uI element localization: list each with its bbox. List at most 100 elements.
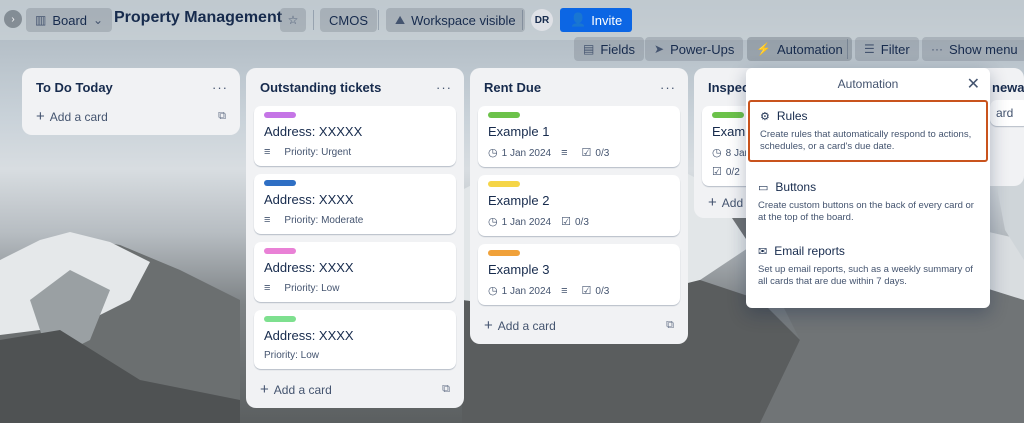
description-icon: ≡ [561,284,568,297]
powerups-label: Power-Ups [670,41,735,57]
card-title: ard [996,106,1014,120]
filter-button[interactable]: ☰ Filter [855,37,919,61]
star-button[interactable]: ☆ [280,8,306,32]
clock-icon: ◷ [488,285,498,297]
checklist-count: 0/3 [595,286,610,297]
list-title[interactable]: newal/ [992,80,1024,95]
list-title[interactable]: To Do Today [36,80,113,95]
rocket-icon: ➤ [654,42,665,56]
list-title[interactable]: Rent Due [484,80,541,95]
card-label[interactable] [488,181,520,187]
collapse-sidebar-button[interactable]: › [4,10,22,28]
list-title[interactable]: Outstanding tickets [260,80,381,95]
automation-buttons-option[interactable]: ▭ Buttons Create custom buttons on the b… [748,173,988,231]
divider [313,10,314,30]
divider [378,10,379,30]
automation-button[interactable]: ⚡ Automation [747,37,852,61]
list-outstanding-tickets: Outstanding tickets ··· Address: XXXXX ≡… [246,68,464,408]
show-menu-button[interactable]: ··· Show menu [922,37,1024,61]
automation-email-reports-option[interactable]: ✉ Email reports Set up email reports, su… [748,237,988,295]
card-template-icon[interactable]: ⧉ [218,110,226,123]
clock-icon: ◷ [712,147,722,159]
card-label[interactable] [712,112,744,118]
powerups-button[interactable]: ➤ Power-Ups [645,37,744,61]
card-field: Priority: Low [284,282,340,294]
list-rent-due: Rent Due ··· Example 1 ◷ 1 Jan 2024 ≡ ☑ 0/… [470,68,688,344]
view-switcher-button[interactable]: ▥ Board ⌄ [26,8,113,32]
add-card-button[interactable]: + Add a card ⧉ [254,369,456,400]
add-card-label: Add a card [273,383,332,397]
group-icon: ⛰ [395,12,406,27]
list-card[interactable]: Address: XXXXX ≡ Priority: Urgent [254,106,456,166]
card-label[interactable] [488,250,520,256]
filter-label: Filter [880,41,910,57]
plus-icon: + [36,108,45,125]
card-template-icon[interactable]: ⧉ [666,319,674,332]
option-title: Rules [776,109,808,123]
divider [522,10,523,30]
card-title: Address: XXXX [264,260,354,275]
checklist-count: 0/3 [595,148,610,159]
visibility-button[interactable]: ⛰ Workspace visible [386,8,525,32]
list-card[interactable]: Example 1 ◷ 1 Jan 2024 ≡ ☑ 0/3 [478,106,680,167]
fields-button[interactable]: ▤ Fields [574,37,645,61]
list-card[interactable]: Address: XXXX Priority: Low [254,310,456,369]
board-title[interactable]: Property Management [114,9,282,27]
option-description: Create rules that automatically respond … [760,129,972,152]
ellipsis-icon: ··· [931,42,943,56]
description-icon: ≡ [561,146,568,159]
add-card-button[interactable]: + Add a card ⧉ [478,305,680,336]
plus-icon: + [260,381,269,398]
plus-icon: + [484,317,493,334]
list-card[interactable]: ard [990,100,1024,126]
card-label[interactable] [264,248,296,254]
card-template-icon[interactable]: ⧉ [442,383,450,396]
description-icon: ≡ [264,282,271,294]
fields-label: Fields [600,41,636,57]
due-date: 1 Jan 2024 [501,148,552,159]
view-switcher-label: Board [52,12,88,28]
automation-popover: Automation ✕ ⚙ Rules Create rules that a… [746,68,990,308]
description-icon: ≡ [264,214,271,226]
automation-rules-option[interactable]: ⚙ Rules Create rules that automatically … [748,100,988,162]
card-label[interactable] [264,112,296,118]
list-card[interactable]: Address: XXXX ≡ Priority: Moderate [254,174,456,234]
card-title: Address: XXXX [264,192,354,207]
avatar[interactable]: DR [531,9,553,31]
star-icon: ☆ [287,13,299,27]
checklist-count: 0/3 [574,217,589,228]
card-label[interactable] [488,112,520,118]
list-menu-icon[interactable]: ··· [436,80,452,95]
checklist-icon: ☑ [561,216,571,228]
list-card[interactable]: Example 3 ◷ 1 Jan 2024 ≡ ☑ 0/3 [478,244,680,305]
card-field: Priority: Urgent [284,146,352,158]
card-label[interactable] [264,180,296,186]
card-label[interactable] [264,316,296,322]
card-title: Address: XXXX [264,328,354,343]
add-card-label: Add a card [497,319,556,333]
option-title: Email reports [774,244,845,258]
list-card[interactable]: Address: XXXX ≡ Priority: Low [254,242,456,302]
clock-icon: ◷ [488,216,498,228]
list-menu-icon[interactable]: ··· [212,80,228,95]
invite-button[interactable]: 👤 Invite [560,8,633,32]
sliders-icon: ⚙ [760,110,770,123]
add-card-button[interactable]: + Add a card ⧉ [30,98,232,127]
invite-label: Invite [591,12,623,28]
checklist-icon: ☑ [581,147,592,159]
due-date: 1 Jan 2024 [501,286,552,297]
add-card-label: Add [721,196,744,210]
checklist-icon: ☑ [712,166,722,178]
board-view-icon: ▥ [35,13,47,27]
list-card[interactable]: Example 2 ◷ 1 Jan 2024 ☑ 0/3 [478,175,680,236]
card-title: Example 1 [488,124,550,139]
due-date: 1 Jan 2024 [501,217,552,228]
button-icon: ▭ [758,181,769,194]
card-field: Priority: Low [264,350,320,361]
list-menu-icon[interactable]: ··· [660,80,676,95]
workspace-label: CMOS [329,12,368,28]
chevron-down-icon: ⌄ [93,13,104,27]
fields-icon: ▤ [583,42,595,56]
close-icon[interactable]: ✕ [967,74,980,94]
workspace-button[interactable]: CMOS [320,8,377,32]
